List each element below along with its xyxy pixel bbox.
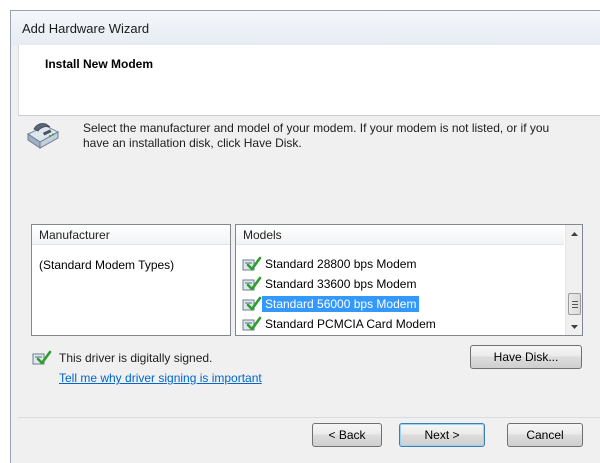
model-item[interactable]: Standard PCMCIA Card Modem (242, 315, 439, 333)
manufacturer-list[interactable]: Manufacturer (Standard Modem Types) (31, 224, 231, 336)
manufacturer-column-header[interactable]: Manufacturer (32, 225, 230, 245)
cancel-button[interactable]: Cancel (507, 423, 583, 447)
title-bar[interactable]: Add Hardware Wizard (11, 11, 600, 45)
driver-signing-link[interactable]: Tell me why driver signing is important (59, 371, 262, 385)
next-button[interactable]: Next > (399, 423, 485, 447)
model-label: Standard PCMCIA Card Modem (265, 317, 436, 331)
modem-icon (26, 123, 60, 149)
signed-driver-icon (242, 316, 262, 331)
scroll-down-button[interactable] (566, 318, 582, 335)
manufacturer-item[interactable]: (Standard Modem Types) (39, 258, 174, 272)
arrow-up-icon (571, 231, 578, 236)
model-item[interactable]: Standard 28800 bps Modem (242, 255, 419, 273)
arrow-down-icon (571, 324, 578, 329)
models-column-header[interactable]: Models (236, 225, 564, 245)
wizard-header: Install New Modem (18, 45, 600, 116)
signing-status-text: This driver is digitally signed. (59, 351, 213, 365)
model-item[interactable]: Standard 33600 bps Modem (242, 275, 419, 293)
have-disk-button[interactable]: Have Disk... (470, 345, 582, 369)
footer-divider (18, 417, 600, 418)
models-list[interactable]: Models Standard 28800 bps Modem Standard… (235, 224, 583, 336)
back-button[interactable]: < Back (312, 423, 382, 447)
signed-driver-icon (32, 350, 52, 365)
model-item-selected[interactable]: Standard 56000 bps Modem (242, 295, 420, 313)
signed-driver-icon (242, 296, 262, 311)
page-title: Install New Modem (45, 57, 154, 71)
models-scrollbar[interactable] (565, 225, 582, 335)
scroll-up-button[interactable] (566, 225, 582, 242)
grip-icon (571, 300, 578, 308)
signed-driver-icon (242, 276, 262, 291)
scroll-thumb[interactable] (568, 293, 581, 315)
instructions-text: Select the manufacturer and model of you… (83, 121, 550, 150)
signed-driver-icon (242, 256, 262, 271)
model-label: Standard 33600 bps Modem (265, 277, 417, 291)
model-label: Standard 28800 bps Modem (265, 257, 417, 271)
model-label: Standard 56000 bps Modem (262, 296, 420, 312)
window-title: Add Hardware Wizard (22, 21, 150, 36)
